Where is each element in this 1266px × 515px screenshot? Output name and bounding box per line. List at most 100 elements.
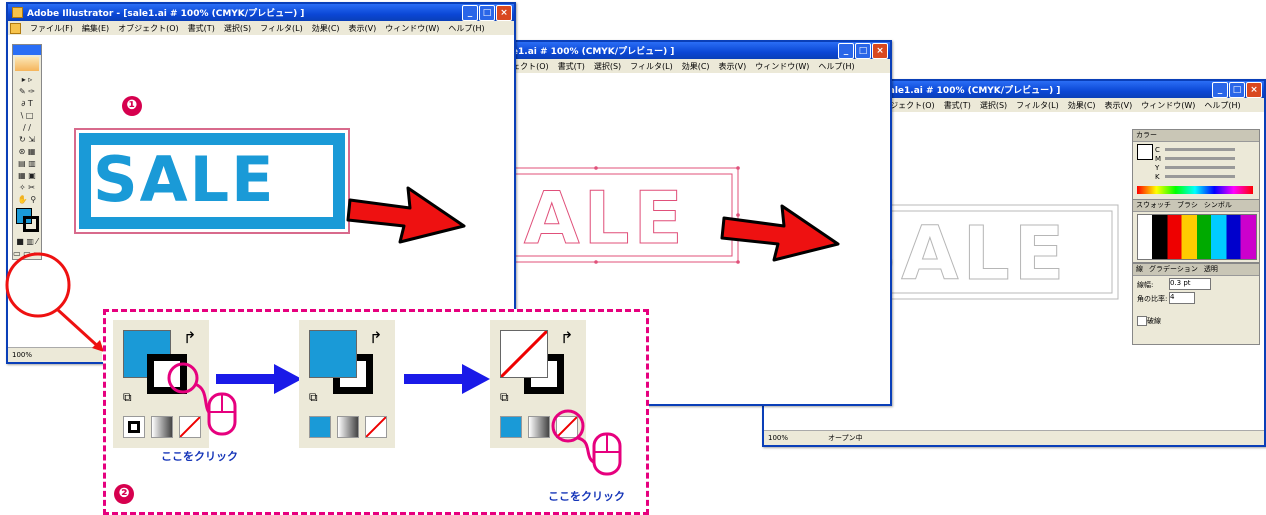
tab-stroke[interactable]: 線: [1136, 264, 1143, 275]
menu-window[interactable]: ウィンドウ(W): [1141, 100, 1195, 111]
default-colors-icon[interactable]: ⧉: [500, 390, 509, 405]
menu-help[interactable]: ヘルプ(H): [448, 23, 484, 34]
menu-view[interactable]: 表示(V): [719, 61, 747, 72]
mouse-click-icon-b: [551, 409, 622, 476]
color-spectrum-bar[interactable]: [1137, 186, 1253, 194]
none-button[interactable]: [365, 416, 387, 438]
menu-effect[interactable]: 効果(C): [682, 61, 710, 72]
warp-tools[interactable]: ⊛ ▦: [13, 145, 41, 157]
miter-limit-label: 角の比率:: [1137, 295, 1168, 303]
color-fill-swatch[interactable]: [1137, 144, 1153, 160]
type-tools[interactable]: ∂ T: [13, 97, 41, 109]
menu-view[interactable]: 表示(V): [349, 23, 377, 34]
menu-type[interactable]: 書式(T): [558, 61, 585, 72]
close-button[interactable]: ×: [496, 5, 512, 21]
color-panel-tab[interactable]: カラー: [1133, 130, 1259, 142]
menu-effect[interactable]: 効果(C): [1068, 100, 1096, 111]
swap-arrow-icon[interactable]: ↱: [369, 328, 382, 347]
tab-gradient[interactable]: グラデーション: [1149, 264, 1198, 275]
menu-help[interactable]: ヘルプ(H): [818, 61, 854, 72]
gradient-button[interactable]: [337, 416, 359, 438]
color-button[interactable]: [500, 416, 522, 438]
default-colors-icon[interactable]: ⧉: [309, 390, 318, 405]
menu-object[interactable]: オブジェクト(O): [118, 23, 179, 34]
stroke-weight-input[interactable]: 0.3 pt: [1169, 278, 1211, 290]
slider-m[interactable]: [1165, 157, 1235, 160]
swap-arrow-icon[interactable]: ↱: [183, 328, 196, 347]
step-1-marker: ❶: [122, 96, 142, 116]
menu-help[interactable]: ヘルプ(H): [1204, 100, 1240, 111]
stroke-color-swatch[interactable]: [23, 216, 39, 232]
menu-select[interactable]: 選択(S): [224, 23, 251, 34]
zoom-level[interactable]: 100%: [12, 351, 32, 359]
click-here-label-a: ここをクリック: [161, 450, 238, 463]
swatches-panel: スウォッチ ブラシ シンボル: [1132, 199, 1260, 263]
swap-arrow-icon[interactable]: ↱: [560, 328, 573, 347]
slider-c[interactable]: [1165, 148, 1235, 151]
close-button[interactable]: ×: [1246, 82, 1262, 98]
minimize-button[interactable]: _: [1212, 82, 1228, 98]
menu-window[interactable]: ウィンドウ(W): [755, 61, 809, 72]
document-icon: [10, 22, 21, 34]
slider-k[interactable]: [1165, 175, 1235, 178]
zoom-level[interactable]: 100%: [768, 434, 788, 442]
step-2-marker: ❷: [114, 484, 134, 504]
color-button-active[interactable]: [123, 416, 145, 438]
tab-symbols[interactable]: シンボル: [1204, 200, 1232, 211]
brush-tools[interactable]: ∕ ∕: [13, 121, 41, 133]
window-title: Adobe Illustrator - [sale1.ai # 100% (CM…: [27, 9, 305, 19]
color-mode-buttons[interactable]: ■ ▥ ⁄: [13, 235, 41, 247]
menu-view[interactable]: 表示(V): [1105, 100, 1133, 111]
dashed-line-label: 破線: [1147, 317, 1161, 325]
menu-filter[interactable]: フィルタ(L): [260, 23, 303, 34]
toolbox: ▸ ▹ ✎ ✑ ∂ T \ □ ∕ ∕ ↻ ⇲ ⊛ ▦ ▤ ▥ ▦ ▣ ✧ ✂ …: [12, 44, 42, 260]
zoom-tools[interactable]: ✋ ⚲: [13, 193, 41, 205]
dashed-line-checkbox[interactable]: [1137, 316, 1147, 326]
eyedropper-tools[interactable]: ✧ ✂: [13, 181, 41, 193]
minimize-button[interactable]: _: [462, 5, 478, 21]
screen-mode-buttons[interactable]: ▭ ▭ ▭: [13, 247, 41, 259]
menu-select[interactable]: 選択(S): [980, 100, 1007, 111]
gradient-button[interactable]: [528, 416, 550, 438]
swatch-grid[interactable]: [1137, 214, 1257, 260]
default-colors-icon[interactable]: ⧉: [123, 390, 132, 405]
maximize-button[interactable]: □: [479, 5, 495, 21]
menu-file[interactable]: ファイル(F): [30, 23, 73, 34]
selection-tools[interactable]: ▸ ▹: [13, 73, 41, 85]
maximize-button[interactable]: □: [1229, 82, 1245, 98]
channel-k-label: K: [1155, 173, 1160, 181]
mesh-tools[interactable]: ▦ ▣: [13, 169, 41, 181]
menu-edit[interactable]: 編集(E): [82, 23, 109, 34]
miter-limit-input[interactable]: 4: [1169, 292, 1195, 304]
rotate-tools[interactable]: ↻ ⇲: [13, 133, 41, 145]
status-bar: 100%: [8, 347, 102, 362]
click-here-label-b: ここをクリック: [548, 490, 625, 503]
color-button-active[interactable]: [309, 416, 331, 438]
tab-swatches[interactable]: スウォッチ: [1136, 200, 1171, 211]
menu-window[interactable]: ウィンドウ(W): [385, 23, 439, 34]
tab-transparency[interactable]: 透明: [1204, 264, 1218, 275]
graph-tools[interactable]: ▤ ▥: [13, 157, 41, 169]
slider-y[interactable]: [1165, 166, 1235, 169]
tab-brushes[interactable]: ブラシ: [1177, 200, 1198, 211]
fill-swatch-active[interactable]: [309, 330, 357, 378]
menu-type[interactable]: 書式(T): [944, 100, 971, 111]
menu-type[interactable]: 書式(T): [188, 23, 215, 34]
menu-select[interactable]: 選択(S): [594, 61, 621, 72]
fill-none-swatch-active[interactable]: [500, 330, 548, 378]
menu-bar: ファイル(F) 編集(E) オブジェクト(O) 書式(T) 選択(S) フィルタ…: [8, 21, 514, 35]
close-button[interactable]: ×: [872, 43, 888, 59]
status-bar: 100% オープン中: [764, 430, 1264, 445]
menu-filter[interactable]: フィルタ(L): [1016, 100, 1059, 111]
sale-artwork-frame: SALE: [74, 128, 350, 234]
pen-tools[interactable]: ✎ ✑: [13, 85, 41, 97]
minimize-button[interactable]: _: [838, 43, 854, 59]
line-tools[interactable]: \ □: [13, 109, 41, 121]
fill-stroke-widget[interactable]: [13, 205, 41, 235]
menu-filter[interactable]: フィルタ(L): [630, 61, 673, 72]
maximize-button[interactable]: □: [855, 43, 871, 59]
fill-stroke-widget-step-b: ↱ ⧉: [299, 320, 395, 448]
red-arrow-1: [346, 186, 466, 244]
menu-effect[interactable]: 効果(C): [312, 23, 340, 34]
color-panel: カラー C M Y K: [1132, 129, 1260, 201]
